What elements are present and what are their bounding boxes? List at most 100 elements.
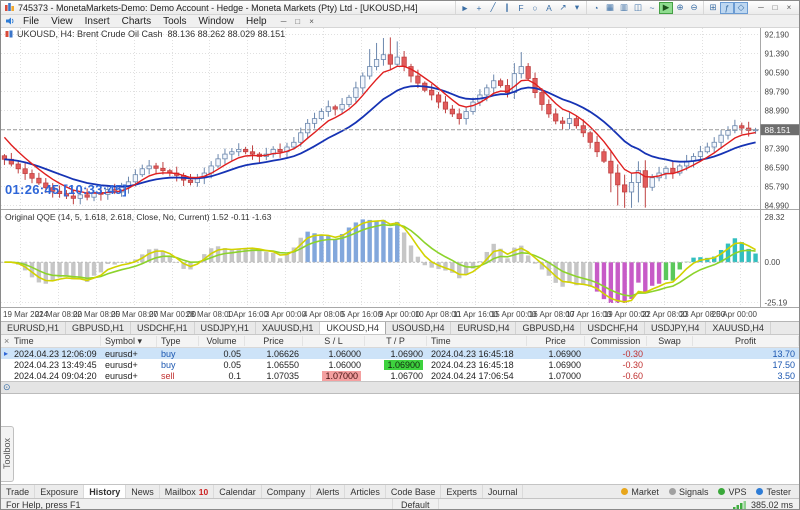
time-axis-label: 4 Apr 08:00 xyxy=(303,310,344,319)
histogram-bar xyxy=(237,249,241,263)
history-row-0[interactable]: ▸2024.04.23 12:06:09eurusd+buy0.051.0662… xyxy=(1,348,799,359)
history-row-2[interactable]: 2024.04.24 09:04:20eurusd+sell0.11.07035… xyxy=(1,370,799,381)
crosshair-button[interactable]: + xyxy=(472,2,486,14)
tab-articles[interactable]: Articles xyxy=(345,485,386,498)
chart-tab-gbpusd-h4[interactable]: GBPUSD,H4 xyxy=(516,322,581,334)
histogram-bar xyxy=(367,220,371,262)
line-chart-mode-button[interactable]: ~ xyxy=(645,2,659,14)
chart-tab-usdchf-h4[interactable]: USDCHF,H4 xyxy=(581,322,645,334)
menu-file[interactable]: File xyxy=(17,16,45,27)
maximize-button[interactable]: □ xyxy=(768,2,782,13)
close-button[interactable]: × xyxy=(782,2,796,13)
menu-insert[interactable]: Insert xyxy=(79,16,116,27)
cursor-button[interactable]: ► xyxy=(458,2,472,14)
candle xyxy=(23,169,27,174)
col-header-commission-9[interactable]: Commission xyxy=(585,336,647,346)
symbol-ohlc-text: UKOUSD, H4: Brent Crude Oil Cash 88.136 … xyxy=(17,29,285,39)
histogram-bar xyxy=(622,262,626,303)
histogram-bar xyxy=(305,232,309,263)
toolbox-vertical-tab[interactable]: Toolbox xyxy=(1,426,14,482)
price-chart[interactable]: 19 Mar 202421 Mar 08:0022 Mar 08:0025 Ma… xyxy=(1,28,800,321)
candle xyxy=(188,180,192,182)
menu-charts[interactable]: Charts xyxy=(116,16,157,27)
candle-chart-mode-button[interactable]: ◫ xyxy=(631,2,645,14)
zoom-in-button[interactable]: ⊕ xyxy=(673,2,687,14)
text-label-button[interactable]: A xyxy=(542,2,556,14)
trendline-button[interactable]: ╱ xyxy=(486,2,500,14)
candle xyxy=(512,74,516,93)
shapes-button[interactable]: ○ xyxy=(528,2,542,14)
indicators-button[interactable]: ƒ xyxy=(720,2,734,14)
menu-help[interactable]: Help xyxy=(240,16,273,27)
status-profile[interactable]: Default xyxy=(393,499,439,510)
chart-tab-eurusd-h1[interactable]: EURUSD,H1 xyxy=(1,322,66,334)
col-header-time-7[interactable]: Time xyxy=(427,336,527,346)
menu-window[interactable]: Window xyxy=(192,16,240,27)
equidistant-channel-button[interactable]: ∥ xyxy=(500,2,514,14)
chart-tab-usdjpy-h4[interactable]: USDJPY,H4 xyxy=(645,322,706,334)
col-header-s-l-5[interactable]: S / L xyxy=(303,336,365,346)
menu-view[interactable]: View xyxy=(45,16,79,27)
histogram-bar xyxy=(30,262,34,277)
chart-tab-ukousd-h4[interactable]: UKOUSD,H4 xyxy=(320,322,386,334)
fibonacci-button[interactable]: F xyxy=(514,2,528,14)
tab-alerts[interactable]: Alerts xyxy=(311,485,345,498)
child-minimize-button[interactable]: ─ xyxy=(277,16,291,27)
more-line-tools-button[interactable]: ▾ xyxy=(570,2,584,14)
chart-tab-usdjpy-h1[interactable]: USDJPY,H1 xyxy=(195,322,256,334)
child-close-button[interactable]: × xyxy=(305,16,319,27)
candle xyxy=(133,175,137,182)
tab-code-base[interactable]: Code Base xyxy=(386,485,442,498)
zoom-out-button[interactable]: ⊖ xyxy=(687,2,701,14)
col-header-swap-10[interactable]: Swap xyxy=(647,336,693,346)
col-header-t-p-6[interactable]: T / P xyxy=(365,336,427,346)
algo-trading-button[interactable]: ▶ xyxy=(659,2,673,14)
bar-chart-mode-button[interactable]: ▥ xyxy=(617,2,631,14)
col-header-volume-3[interactable]: Volume xyxy=(199,336,245,346)
col-header-symbol-1[interactable]: Symbol ▾ xyxy=(101,336,157,347)
chart-tab-xauusd-h4[interactable]: XAUUSD,H4 xyxy=(706,322,771,334)
tab-company[interactable]: Company xyxy=(262,485,312,498)
col-header-price-8[interactable]: Price xyxy=(527,336,585,346)
objects-list-button[interactable]: ◇ xyxy=(734,2,748,14)
chart-tab-gbpusd-h1[interactable]: GBPUSD,H1 xyxy=(66,322,131,334)
tab-exposure[interactable]: Exposure xyxy=(35,485,84,498)
notifications-speaker-icon[interactable] xyxy=(3,16,17,26)
service-signals[interactable]: Signals xyxy=(664,487,714,497)
minimize-button[interactable]: ─ xyxy=(754,2,768,13)
tab-journal[interactable]: Journal xyxy=(483,485,524,498)
chart-tab-eurusd-h4[interactable]: EURUSD,H4 xyxy=(451,322,516,334)
service-tester[interactable]: Tester xyxy=(751,487,796,497)
status-bar: For Help, press F1 Default 385.02 ms xyxy=(1,498,799,510)
toolbox-close-icon[interactable]: × xyxy=(4,337,9,346)
symbol-filter-icon[interactable]: ▾ xyxy=(135,336,142,346)
chart-tab-usdchf-h1[interactable]: USDCHF,H1 xyxy=(131,322,195,334)
col-header-type-2[interactable]: Type xyxy=(157,336,199,346)
col-header-time-0[interactable]: Time xyxy=(1,336,101,346)
child-restore-button[interactable]: □ xyxy=(291,16,305,27)
tab-experts[interactable]: Experts xyxy=(441,485,483,498)
history-row-1[interactable]: 2024.04.23 13:49:45eurusd+buy0.051.06550… xyxy=(1,359,799,370)
candle xyxy=(16,164,20,169)
tab-trade[interactable]: Trade xyxy=(1,485,35,498)
tab-news[interactable]: News xyxy=(126,485,160,498)
tab-mailbox[interactable]: Mailbox10 xyxy=(160,485,214,498)
menu-tools[interactable]: Tools xyxy=(157,16,192,27)
candle xyxy=(712,142,716,147)
tab-calendar[interactable]: Calendar xyxy=(214,485,262,498)
clock-button[interactable]: ◔ xyxy=(589,2,603,14)
candle xyxy=(547,104,551,113)
col-header-price-4[interactable]: Price xyxy=(245,336,303,346)
service-vps[interactable]: VPS xyxy=(713,487,751,497)
history-summary-row[interactable]: ⊙ Profit: 33.50 Credit: 0.00 Deposit: 0.… xyxy=(1,381,799,394)
chart-tab-usousd-h4[interactable]: USOUSD,H4 xyxy=(386,322,452,334)
service-market[interactable]: Market xyxy=(616,487,664,497)
tile-windows-button[interactable]: ⊞ xyxy=(706,2,720,14)
tab-history[interactable]: History xyxy=(84,485,126,498)
col-header-profit-11[interactable]: Profit xyxy=(693,336,799,346)
chart-window[interactable]: 19 Mar 202421 Mar 08:0022 Mar 08:0025 Ma… xyxy=(1,28,800,321)
candle xyxy=(540,93,544,105)
chart-tab-xauusd-h1[interactable]: XAUUSD,H1 xyxy=(256,322,321,334)
new-order-button[interactable]: ▦ xyxy=(603,2,617,14)
arrow-object-button[interactable]: ↗ xyxy=(556,2,570,14)
